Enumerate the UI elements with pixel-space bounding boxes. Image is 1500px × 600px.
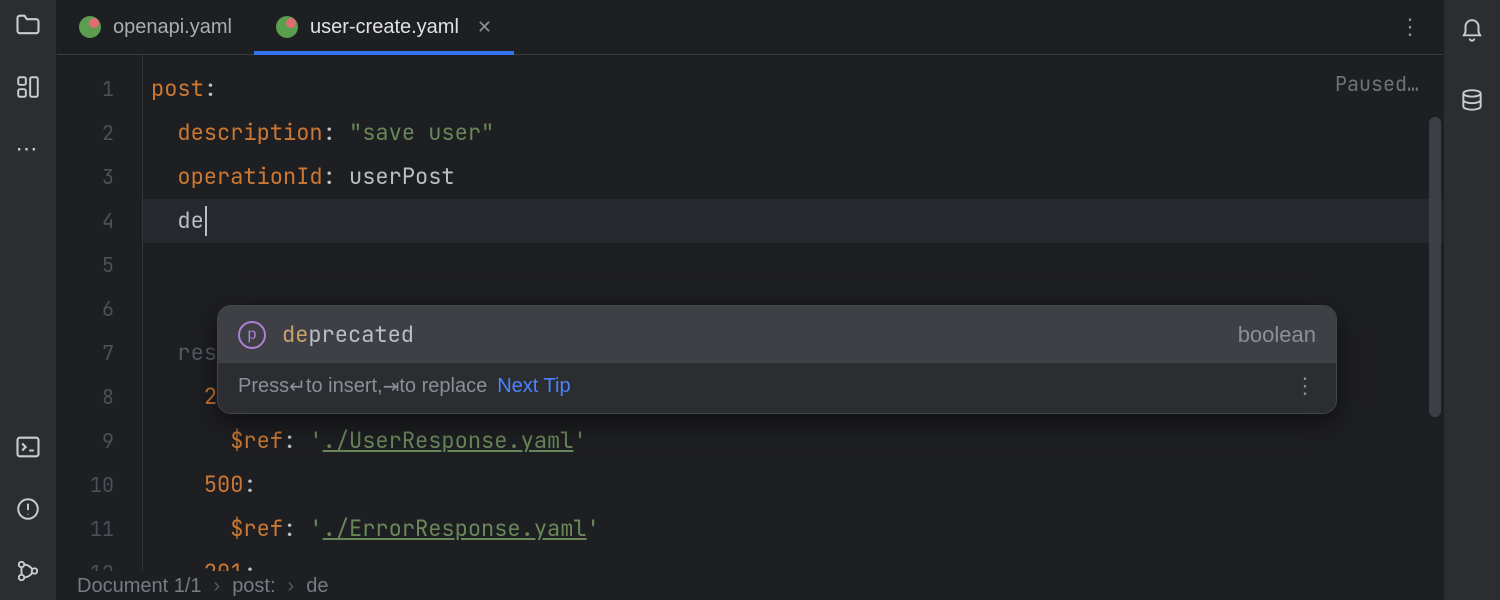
folder-icon[interactable] (13, 10, 43, 40)
tab-label: user-create.yaml (310, 16, 459, 39)
breadcrumb-node[interactable]: post: (232, 575, 275, 598)
enter-key-icon: ↵ (289, 374, 306, 399)
tab-bar: openapi.yaml user-create.yaml ✕ ⋮ (57, 0, 1443, 55)
right-tool-rail (1444, 0, 1500, 600)
suggestion-match: de (282, 320, 308, 349)
vcs-icon[interactable] (13, 556, 43, 586)
terminal-icon[interactable] (13, 432, 43, 462)
vertical-scrollbar[interactable] (1427, 55, 1441, 571)
line-number: 9 (57, 419, 142, 463)
property-icon: p (238, 321, 266, 349)
breadcrumb-doc[interactable]: Document 1/1 (77, 575, 202, 598)
tab-key-icon: ⇥ (383, 374, 400, 399)
tab-label: openapi.yaml (113, 16, 232, 39)
code-line[interactable]: de (143, 199, 1443, 243)
breadcrumb: Document 1/1 › post: › de (57, 571, 1443, 600)
text-caret (205, 206, 207, 236)
more-icon[interactable]: ⋯ (13, 134, 43, 164)
line-number: 1 (57, 67, 142, 111)
suggestion-type: boolean (1238, 322, 1316, 348)
code-line[interactable]: post: (143, 67, 1443, 111)
code-line[interactable]: $ref: './ErrorResponse.yaml' (143, 507, 1443, 551)
suggestion-rest: precated (308, 320, 414, 349)
openapi-file-icon (276, 16, 298, 38)
left-tool-rail: ⋯ (0, 0, 56, 600)
database-icon[interactable] (1457, 86, 1487, 116)
line-number: 4 (57, 199, 142, 243)
code-line[interactable]: 201: (143, 551, 1443, 571)
line-number: 2 (57, 111, 142, 155)
code-line[interactable]: operationId: userPost (143, 155, 1443, 199)
autocomplete-popup: p deprecated boolean Press ↵ to insert, … (217, 305, 1337, 414)
line-number: 8 (57, 375, 142, 419)
chevron-right-icon: › (288, 575, 295, 598)
tabs-overflow-icon[interactable]: ⋮ (1379, 0, 1443, 54)
code-line[interactable] (143, 243, 1443, 287)
code-line[interactable]: description: "save user" (143, 111, 1443, 155)
problems-icon[interactable] (13, 494, 43, 524)
code-line[interactable]: $ref: './UserResponse.yaml' (143, 419, 1443, 463)
code-editor[interactable]: 123456789101112 Paused… post: descriptio… (57, 55, 1443, 571)
code-line[interactable]: 500: (143, 463, 1443, 507)
line-number: 7 (57, 331, 142, 375)
suggestion-hint: Press ↵ to insert, ⇥ to replace Next Tip… (218, 363, 1336, 413)
editor-area: openapi.yaml user-create.yaml ✕ ⋮ 123456… (56, 0, 1444, 600)
scroll-thumb[interactable] (1429, 117, 1441, 417)
suggest-menu-icon[interactable]: ⋮ (1294, 373, 1316, 399)
tab-openapi[interactable]: openapi.yaml (57, 0, 254, 54)
line-number: 10 (57, 463, 142, 507)
next-tip-link[interactable]: Next Tip (497, 375, 570, 398)
line-number: 3 (57, 155, 142, 199)
tab-user-create[interactable]: user-create.yaml ✕ (254, 0, 514, 54)
line-number: 12 (57, 551, 142, 571)
paused-status: Paused… (1335, 71, 1419, 97)
breadcrumb-node[interactable]: de (306, 575, 328, 598)
chevron-right-icon: › (214, 575, 221, 598)
line-number: 6 (57, 287, 142, 331)
structure-icon[interactable] (13, 72, 43, 102)
close-icon[interactable]: ✕ (477, 17, 492, 38)
line-number: 11 (57, 507, 142, 551)
line-number-gutter: 123456789101112 (57, 55, 143, 571)
suggestion-item[interactable]: p deprecated boolean (218, 306, 1336, 363)
line-number: 5 (57, 243, 142, 287)
bell-icon[interactable] (1457, 16, 1487, 46)
openapi-file-icon (79, 16, 101, 38)
